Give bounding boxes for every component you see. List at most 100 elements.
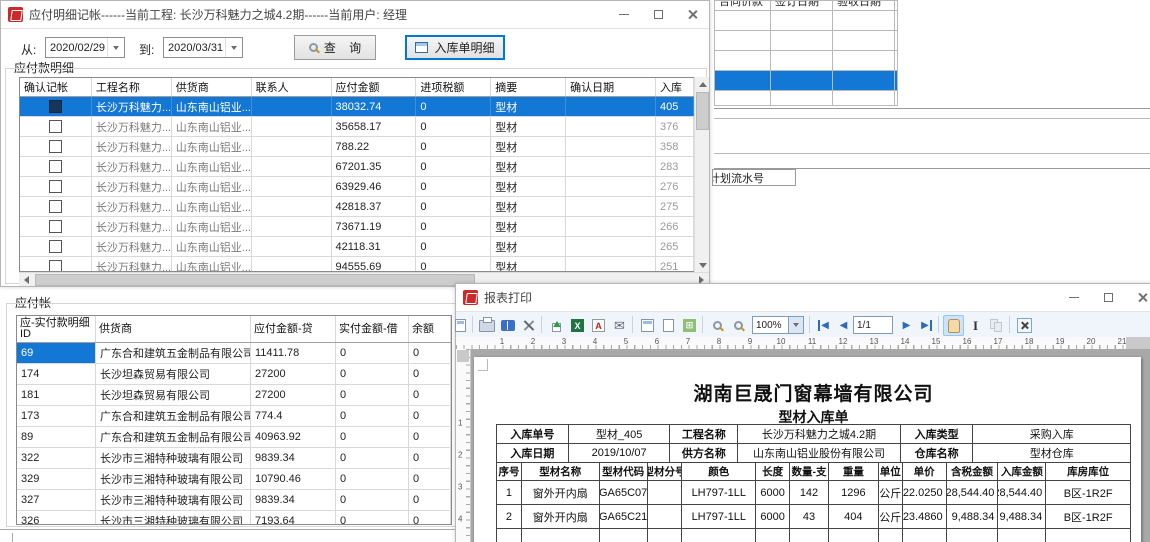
mail-icon[interactable]: ✉ [609, 315, 630, 336]
minimize-button[interactable] [1057, 284, 1091, 311]
zoom-out-icon[interactable] [728, 315, 749, 336]
table-row[interactable]: 181长沙坦森贸易有限公司2720000 [17, 385, 451, 406]
table-row[interactable]: 322长沙市三湘特种玻璃有限公司9839.3400 [17, 448, 451, 469]
close-preview-icon[interactable] [1014, 315, 1035, 336]
confirm-checkbox[interactable] [49, 240, 62, 253]
window-tool-icon[interactable] [450, 315, 471, 336]
book-icon[interactable] [497, 315, 518, 336]
copy-pages-icon[interactable] [986, 315, 1007, 336]
vertical-scrollbar[interactable] [694, 77, 709, 272]
confirm-checkbox[interactable] [49, 120, 62, 133]
column-header[interactable]: 实付金额-借 [336, 316, 409, 342]
table-row[interactable]: 长沙万科魅力...山东南山铝业...788.220型材358 [20, 137, 694, 157]
table-row[interactable]: 长沙万科魅力...山东南山铝业...94555.690型材251 [20, 257, 694, 272]
to-date-picker[interactable]: 2020/03/31 [163, 37, 243, 58]
detail-cell: GA65C21 [600, 505, 648, 528]
preview-area[interactable]: 湖南巨晟门窗幕墙有限公司 型材入库单 入库单号型材_405工程名称长沙万科魅力之… [470, 349, 1150, 542]
column-header[interactable]: 入库 [656, 78, 694, 96]
table-row[interactable]: 89广东合和建筑五金制品有限公司40963.9200 [17, 427, 451, 448]
scrollbar-thumb[interactable] [35, 274, 475, 286]
table-row[interactable] [715, 51, 897, 71]
chevron-down-icon[interactable] [788, 317, 803, 333]
table-row[interactable] [715, 71, 897, 91]
multi-page-icon[interactable]: ⊞ [679, 315, 700, 336]
table-row[interactable]: 长沙万科魅力...山东南山铝业...35658.170型材376 [20, 117, 694, 137]
table-row[interactable]: 长沙万科魅力...山东南山铝业...63929.460型材276 [20, 177, 694, 197]
zoom-level-select[interactable]: 100% [752, 316, 804, 334]
receipt-detail-button[interactable]: 入库单明细 [405, 35, 505, 60]
column-header[interactable]: 应付金额-贷 [251, 316, 336, 342]
table-row[interactable] [715, 91, 897, 106]
maximize-button[interactable] [1091, 284, 1125, 311]
table-row[interactable]: 长沙万科魅力...山东南山铝业...38032.740型材405 [20, 97, 694, 117]
confirm-checkbox[interactable] [49, 180, 62, 193]
previous-page-button[interactable]: ◀ [833, 315, 854, 336]
query-button[interactable]: 查 询 [294, 35, 376, 60]
close-button[interactable] [1125, 284, 1150, 311]
table-row[interactable]: 329长沙市三湘特种玻璃有限公司10790.4600 [17, 469, 451, 490]
table-row[interactable]: 长沙万科魅力...山东南山铝业...42118.310型材265 [20, 237, 694, 257]
table-row[interactable]: 327长沙市三湘特种玻璃有限公司9839.3400 [17, 490, 451, 511]
tools-icon[interactable] [518, 315, 539, 336]
close-button[interactable] [675, 1, 709, 28]
column-header[interactable]: 签订日期 [771, 1, 833, 10]
column-header[interactable]: 供货商 [96, 316, 251, 342]
column-header[interactable]: 进项税额 [416, 78, 491, 96]
scroll-down-icon[interactable] [695, 258, 710, 272]
column-header[interactable]: 联系人 [252, 78, 332, 96]
confirm-checkbox[interactable] [49, 260, 62, 272]
minimize-button[interactable] [607, 1, 641, 28]
page-setup-icon[interactable] [637, 315, 658, 336]
report-detail-row: 2窗外开内扇GA65C21LH797-1LL600043404公斤23.4860… [497, 505, 1130, 529]
confirm-checkbox[interactable] [49, 100, 62, 113]
confirm-checkbox[interactable] [49, 140, 62, 153]
export-icon[interactable] [546, 315, 567, 336]
table-row[interactable]: 326长沙市三湘特种玻璃有限公司7193.6400 [17, 511, 451, 525]
titlebar[interactable]: 报表打印 [456, 284, 1150, 312]
last-page-button[interactable]: ▶ [916, 315, 937, 336]
table-row[interactable]: 长沙万科魅力...山东南山铝业...67201.350型材283 [20, 157, 694, 177]
table-row[interactable]: 69广东合和建筑五金制品有限公司11411.7800 [17, 343, 451, 364]
zoom-in-icon[interactable] [707, 315, 728, 336]
table-row[interactable] [715, 11, 897, 31]
scroll-left-icon[interactable] [19, 273, 34, 287]
print-icon[interactable] [476, 315, 497, 336]
minimize-icon [1069, 297, 1079, 298]
next-page-button[interactable]: ▶ [896, 315, 917, 336]
column-header[interactable]: 应付金额 [332, 78, 417, 96]
text-select-tool-icon[interactable]: I [965, 315, 986, 336]
hand-tool-icon[interactable] [943, 315, 964, 336]
table-row[interactable]: 173广东合和建筑五金制品有限公司774.400 [17, 406, 451, 427]
maximize-button[interactable] [641, 1, 675, 28]
scroll-up-icon[interactable] [695, 77, 710, 91]
table-row[interactable]: 174长沙坦森贸易有限公司2720000 [17, 364, 451, 385]
table-row[interactable] [715, 31, 897, 51]
confirm-checkbox[interactable] [49, 200, 62, 213]
column-header[interactable]: 合同价款 [715, 1, 771, 10]
column-header[interactable]: 验收日期 [833, 1, 895, 10]
column-header[interactable]: 应-实付款明细ID [17, 316, 96, 342]
detail-cell: 2 [497, 505, 522, 528]
from-date-picker[interactable]: 2020/02/29 [45, 37, 125, 58]
column-header[interactable]: 摘要 [491, 78, 566, 96]
confirm-checkbox[interactable] [49, 220, 62, 233]
titlebar[interactable]: 应付明细记帐------当前工程: 长沙万科魅力之城4.2期------当前用户… [1, 1, 709, 29]
chevron-down-icon[interactable] [107, 38, 124, 57]
page-number-input[interactable]: 1/1 [853, 316, 893, 334]
column-header[interactable]: 余额 [409, 316, 451, 342]
chevron-down-icon[interactable] [225, 38, 242, 57]
receipt-no-cell: 376 [656, 117, 694, 136]
first-page-button[interactable]: ◀ [813, 315, 834, 336]
scrollbar-thumb[interactable] [696, 92, 709, 130]
table-row[interactable]: 长沙万科魅力...山东南山铝业...42818.370型材275 [20, 197, 694, 217]
column-header[interactable]: 确认日期 [566, 78, 656, 96]
column-header[interactable]: 工程名称 [92, 78, 172, 96]
confirm-checkbox[interactable] [49, 160, 62, 173]
single-page-icon[interactable] [658, 315, 679, 336]
column-header[interactable]: 供货商 [172, 78, 252, 96]
table-row[interactable]: 长沙万科魅力...山东南山铝业...73671.190型材266 [20, 217, 694, 237]
excel-export-icon[interactable]: X [567, 315, 588, 336]
tax-cell: 0 [416, 117, 491, 136]
column-header[interactable]: 确认记帐 [20, 78, 92, 96]
pdf-export-icon[interactable]: A [588, 315, 609, 336]
